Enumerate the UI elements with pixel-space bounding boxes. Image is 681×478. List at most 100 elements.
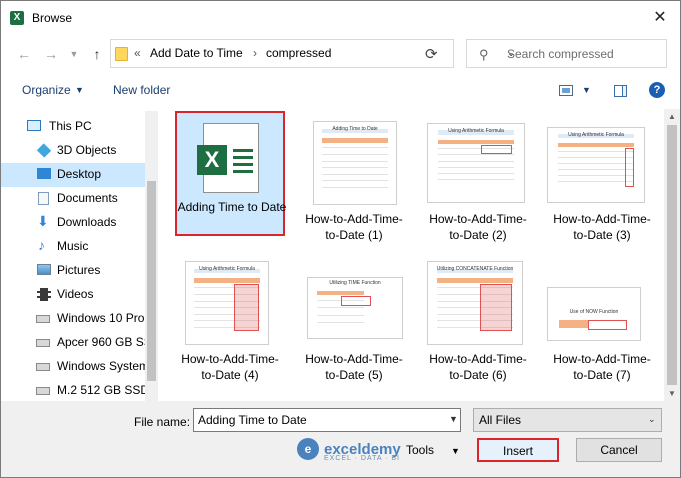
chevron-right-icon[interactable]: › [253,46,257,60]
organize-caret-icon: ▼ [75,85,84,95]
breadcrumb-add-date-to-time[interactable]: Add Date to Time [150,46,243,60]
scroll-down-icon[interactable]: ▼ [668,389,676,398]
file-list: X Adding Time to Date Adding Time to Dat… [161,109,664,401]
spreadsheet-thumbnail: Using Arithmetic Formula [427,123,525,203]
breadcrumb-compressed[interactable]: compressed [266,46,331,60]
file-name-label: How-to-Add-Time-to-Date (5) [305,352,403,382]
nav-label: Downloads [57,215,117,229]
nav-label: This PC [49,119,92,133]
excel-file-icon: X [197,123,259,193]
tools-caret-icon[interactable]: ▼ [451,446,460,456]
nav-label: Apcer 960 GB SS [57,335,152,349]
nav-label: Windows System [57,359,150,373]
nav-item-documents[interactable]: Documents [1,187,145,211]
file-tile-2[interactable]: Using Arithmetic Formula How-to-Add-Time… [423,111,533,242]
nav-item-downloads[interactable]: ⬇ Downloads [1,211,145,235]
dialog-footer: File name: Adding Time to Date ▼ All Fil… [1,401,680,477]
nav-item-desktop[interactable]: Desktop [1,163,145,187]
preview-pane-icon[interactable] [614,85,627,97]
title-bar: X Browse ✕ [1,1,680,34]
search-icon: ⚲ [479,47,489,62]
help-icon[interactable]: ? [649,82,665,98]
nav-item-this-pc[interactable]: This PC [1,115,145,139]
organize-button[interactable]: Organize [22,83,71,97]
arrow-left-icon: ← [17,46,31,62]
file-type-dropdown-icon[interactable]: ⌄ [648,414,656,425]
arrow-right-icon: → [44,46,58,62]
browse-dialog: X Browse ✕ ← → ▼ ↑ « Add Date to Time › … [0,0,681,478]
chevron-down-icon: ▼ [69,49,79,59]
nav-label: Music [57,239,89,253]
recent-locations-button[interactable]: ▼ [64,44,84,64]
thumbnail-title: Using Arithmetic Formula [448,127,504,134]
file-name-label: How-to-Add-Time-to-Date (1) [305,212,403,242]
thumbnail-title: Utilizing CONCATENATE Function [436,266,514,273]
tools-button[interactable]: Tools [406,443,434,457]
file-tile-3[interactable]: Using Arithmetic Formula How-to-Add-Time… [547,111,657,242]
thumbnail-title: Using Arithmetic Formula [568,131,624,138]
drive-icon [36,363,50,371]
nav-item-pictures[interactable]: Pictures [1,259,145,283]
new-folder-button[interactable]: New folder [113,83,170,97]
search-box[interactable]: ⚲ Search compressed [466,39,667,68]
file-tile-adding-time-to-date[interactable]: X Adding Time to Date [175,111,287,236]
address-bar[interactable]: « Add Date to Time › compressed ⌄ [110,39,515,68]
arrow-up-icon: ↑ [93,46,101,62]
file-name-label: How-to-Add-Time-to-Date (3) [553,212,651,242]
file-tile-7[interactable]: Use of NOW Function How-to-Add-Time-to-D… [547,253,657,382]
file-name-field[interactable]: Adding Time to Date [193,408,461,432]
scroll-up-icon[interactable]: ▲ [668,112,676,121]
file-name-dropdown-icon[interactable]: ▼ [449,414,458,424]
search-input[interactable]: Search compressed [507,47,614,61]
thumbnail-title: Using Arithmetic Formula [199,266,255,273]
nav-label: Windows 10 Pro [57,311,145,325]
close-button[interactable]: ✕ [641,3,679,31]
window-title: Browse [32,11,73,25]
pictures-icon [37,264,51,275]
file-tile-4[interactable]: Using Arithmetic Formula How-to-Add-Time… [175,253,285,382]
scrollbar-thumb[interactable] [147,181,156,381]
file-name-label: Adding Time to Date [177,200,287,214]
file-type-select[interactable]: All Files [473,408,662,432]
scrollbar-thumb[interactable] [667,125,677,385]
drive-icon [36,387,50,395]
file-name-label: How-to-Add-Time-to-Date (7) [553,352,651,382]
nav-item-m2-ssd[interactable]: M.2 512 GB SSD [1,379,149,401]
file-tile-6[interactable]: Utilizing CONCATENATE Function How-to-Ad… [423,253,533,382]
thumbnail-title: Utilizing TIME Function [329,280,381,287]
nav-item-videos[interactable]: Videos [1,283,145,307]
exceldemy-logo-icon: e [297,438,319,460]
nav-label: M.2 512 GB SSD [57,383,150,397]
nav-item-apcer-960[interactable]: Apcer 960 GB SS [1,331,152,355]
spreadsheet-thumbnail: Adding Time to Date [313,121,397,205]
videos-icon [37,288,51,301]
spreadsheet-thumbnail: Utilizing CONCATENATE Function [427,261,523,345]
back-button[interactable]: ← [14,44,34,64]
file-list-scrollbar[interactable]: ▲ ▼ [664,109,680,401]
change-view-icon[interactable] [559,85,573,96]
file-tile-1[interactable]: Adding Time to Date How-to-Add-Time-to-D… [299,111,409,242]
refresh-icon[interactable]: ⟳ [425,45,438,63]
folder-icon [115,47,128,61]
nav-item-windows-10-pro[interactable]: Windows 10 Pro [1,307,145,331]
file-name-label: How-to-Add-Time-to-Date (6) [429,352,527,382]
cancel-button[interactable]: Cancel [576,438,662,462]
spreadsheet-thumbnail: Using Arithmetic Formula [185,261,269,345]
insert-button[interactable]: Insert [477,438,559,462]
download-icon: ⬇ [37,213,49,229]
up-button[interactable]: ↑ [87,44,107,64]
file-name-label: How-to-Add-Time-to-Date (4) [181,352,279,382]
nav-label: Pictures [57,263,101,277]
file-tile-5[interactable]: Utilizing TIME Function How-to-Add-Time-… [299,253,409,382]
breadcrumb-overflow-icon[interactable]: « [134,46,141,60]
drive-icon [36,315,50,323]
forward-button[interactable]: → [41,44,61,64]
navigation-scrollbar[interactable] [145,111,158,401]
pc-icon [27,120,41,131]
nav-item-3d-objects[interactable]: 3D Objects [1,139,145,163]
nav-item-windows-system[interactable]: Windows System [1,355,149,379]
navigation-pane: This PC 3D Objects Desktop Documents ⬇ D… [1,111,158,401]
view-options-caret-icon[interactable]: ▼ [582,85,591,95]
file-name-label: File name: [134,415,191,429]
nav-item-music[interactable]: ♪ Music [1,235,145,259]
